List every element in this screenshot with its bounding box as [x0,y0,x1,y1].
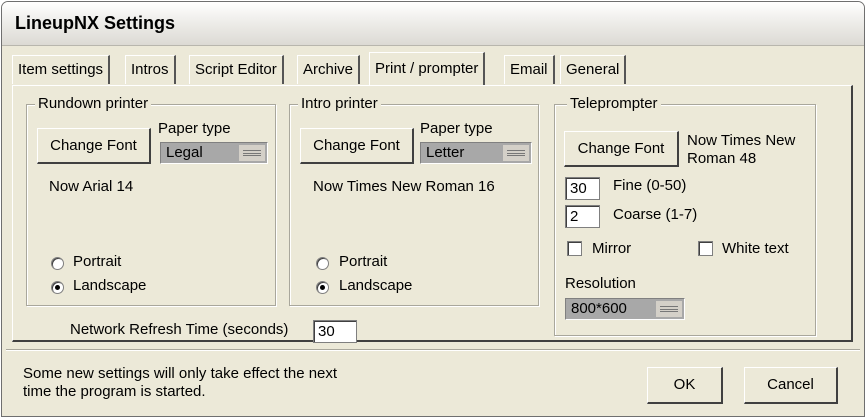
resolution-label: Resolution [565,275,636,292]
fine-input[interactable]: 30 [565,177,600,200]
mirror-checkbox[interactable] [567,241,582,256]
rundown-printer-title: Rundown printer [35,95,152,112]
rundown-paper-type-value: Legal [166,144,203,161]
spin-arrows-icon[interactable] [239,145,265,161]
white-text-label[interactable]: White text [722,240,789,257]
intro-paper-type-select[interactable]: Letter [420,142,532,164]
teleprompter-font-now-line2: Roman 48 [687,150,757,167]
settings-window: LineupNX Settings Item settings Intros S… [1,1,865,417]
coarse-label: Coarse (1-7) [613,206,698,223]
coarse-input[interactable]: 2 [565,205,600,228]
teleprompter-group: Teleprompter Change Font Now Times New R… [554,95,816,336]
ok-button[interactable]: OK [647,367,723,404]
teleprompter-font-now-line1: Now Times New [687,132,796,149]
rundown-paper-type-select[interactable]: Legal [160,142,268,164]
title-bar[interactable]: LineupNX Settings [2,2,864,46]
spin-arrows-icon[interactable] [503,145,529,161]
spin-arrows-icon[interactable] [656,301,682,317]
restart-note-line1: Some new settings will only take effect … [23,365,338,382]
rundown-portrait-radio[interactable] [51,257,64,270]
tab-email[interactable]: Email [504,55,555,84]
mirror-label[interactable]: Mirror [592,240,631,257]
white-text-checkbox[interactable] [698,241,713,256]
teleprompter-title: Teleprompter [567,95,661,112]
intro-printer-group: Intro printer Change Font Paper type Let… [289,95,539,306]
network-refresh-label: Network Refresh Time (seconds) [70,321,289,338]
window-title: LineupNX Settings [15,13,176,33]
tab-general[interactable]: General [560,55,627,84]
rundown-font-now: Now Arial 14 [49,178,134,195]
restart-note-line2: time the program is started. [23,383,206,400]
rundown-change-font-button[interactable]: Change Font [37,128,151,164]
resolution-select[interactable]: 800*600 [565,298,685,320]
rundown-printer-group: Rundown printer Change Font Paper type L… [26,95,276,306]
tab-panel: Rundown printer Change Font Paper type L… [12,85,853,343]
intro-font-now: Now Times New Roman 16 [313,178,495,195]
intro-paper-type-value: Letter [426,144,465,161]
tab-print-prompter[interactable]: Print / prompter [369,52,486,85]
intro-landscape-radio[interactable] [316,281,329,294]
intro-portrait-radio[interactable] [316,257,329,270]
resolution-value: 800*600 [571,300,627,317]
rundown-landscape-label[interactable]: Landscape [73,277,146,294]
tab-archive[interactable]: Archive [297,55,361,84]
footer-divider [6,349,860,351]
intro-portrait-label[interactable]: Portrait [339,253,387,270]
tab-script-editor[interactable]: Script Editor [189,55,284,84]
teleprompter-change-font-button[interactable]: Change Font [564,131,679,167]
intro-change-font-button[interactable]: Change Font [300,128,414,164]
cancel-button[interactable]: Cancel [744,367,838,404]
fine-label: Fine (0-50) [613,177,687,194]
tab-intros[interactable]: Intros [125,55,176,84]
rundown-paper-type-label: Paper type [158,120,231,137]
tab-item-settings[interactable]: Item settings [12,55,111,84]
intro-landscape-label[interactable]: Landscape [339,277,412,294]
intro-printer-title: Intro printer [298,95,381,112]
rundown-portrait-label[interactable]: Portrait [73,253,121,270]
network-refresh-input[interactable]: 30 [313,320,357,343]
intro-paper-type-label: Paper type [420,120,493,137]
tab-strip: Item settings Intros Script Editor Archi… [12,52,852,86]
rundown-landscape-radio[interactable] [51,281,64,294]
